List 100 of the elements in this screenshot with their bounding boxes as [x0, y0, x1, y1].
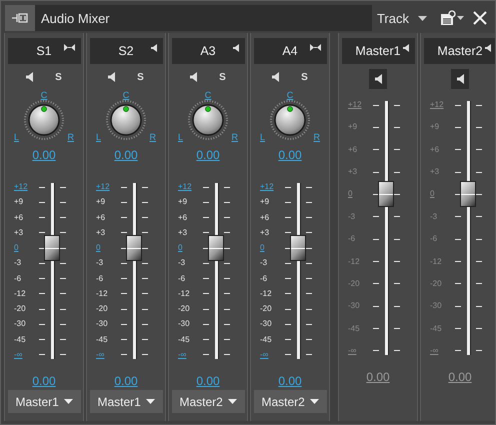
volume-value[interactable]: 0.00 — [278, 374, 302, 388]
caret-icon[interactable] — [310, 399, 318, 404]
solo-button[interactable]: S — [55, 72, 62, 82]
settings-icon[interactable] — [439, 10, 465, 26]
scale-label[interactable]: 0 — [178, 243, 200, 254]
fader-handle[interactable] — [44, 234, 60, 261]
pan-value[interactable]: 0.00 — [278, 148, 302, 162]
scale-label[interactable]: 0 — [260, 243, 282, 254]
mute-button[interactable] — [451, 69, 469, 89]
pin-icon[interactable] — [11, 12, 29, 24]
volume-value: 0.00 — [366, 370, 390, 384]
scale-label: -45 — [96, 334, 109, 345]
pan-left-label[interactable]: L — [96, 132, 102, 142]
solo-button[interactable]: S — [301, 72, 308, 82]
mute-icon[interactable] — [190, 72, 198, 82]
pin-button[interactable] — [5, 5, 35, 31]
speaker-icon[interactable] — [456, 74, 464, 84]
output-dropdown[interactable]: Master2 — [254, 390, 326, 413]
caret-icon[interactable] — [418, 16, 427, 20]
scale-label: -12 — [430, 256, 443, 267]
caret-icon[interactable] — [64, 399, 72, 404]
pan-knob[interactable] — [22, 100, 66, 140]
mute-icon[interactable] — [272, 72, 280, 82]
pan-center-label[interactable]: C — [122, 90, 130, 100]
pan-knob[interactable] — [186, 100, 230, 140]
scale-label: +9 — [14, 197, 24, 208]
volume-value[interactable]: 0.00 — [196, 374, 220, 388]
scale-label[interactable]: -∞ — [178, 350, 200, 360]
close-icon[interactable] — [473, 11, 487, 25]
scale-label[interactable]: -∞ — [14, 350, 36, 360]
scale-label: -12 — [14, 288, 27, 299]
pan-right-label[interactable]: R — [68, 132, 74, 142]
speaker-icon[interactable] — [232, 44, 238, 52]
output-dropdown[interactable]: Master1 — [90, 390, 162, 413]
pan-value[interactable]: 0.00 — [114, 148, 138, 162]
channel-name: A3 — [200, 44, 216, 58]
stereo-icon[interactable] — [64, 44, 74, 51]
stereo-icon[interactable] — [310, 44, 320, 51]
pan-knob[interactable] — [268, 100, 312, 140]
mute-button[interactable] — [369, 69, 387, 89]
fader-handle[interactable] — [378, 180, 394, 207]
scale-label: +3 — [260, 228, 270, 238]
scale-label: -12 — [178, 288, 191, 299]
scale-label: -6 — [260, 274, 268, 284]
volume-value[interactable]: 0.00 — [114, 374, 138, 388]
scale-label[interactable]: 0 — [96, 243, 118, 254]
mute-icon[interactable] — [26, 72, 34, 82]
pan-left-label[interactable]: L — [260, 132, 266, 142]
pan-right-label[interactable]: R — [314, 132, 320, 142]
volume-value[interactable]: 0.00 — [32, 374, 56, 388]
scale-label: +3 — [430, 167, 440, 178]
fader-handle[interactable] — [126, 234, 142, 261]
output-dropdown[interactable]: Master2 — [172, 390, 244, 413]
scale-label: +6 — [348, 144, 358, 155]
scale-label[interactable]: -∞ — [96, 350, 118, 360]
speaker-icon[interactable] — [374, 74, 382, 84]
channel-name: S1 — [36, 44, 52, 58]
scale-label: 0 — [430, 189, 436, 200]
scale-label: -12 — [260, 288, 273, 299]
scale-label[interactable]: +12 — [96, 182, 118, 192]
scale-label[interactable]: +12 — [14, 182, 36, 192]
solo-button[interactable]: S — [137, 72, 144, 82]
scale-label: -45 — [14, 334, 27, 345]
pan-left-label[interactable]: L — [14, 132, 20, 142]
scale-label: -3 — [178, 258, 186, 268]
fader-handle[interactable] — [290, 234, 306, 261]
pan-value[interactable]: 0.00 — [196, 148, 220, 162]
scale-label: -6 — [430, 234, 438, 244]
pan-center-label[interactable]: C — [204, 90, 212, 100]
speaker-icon[interactable] — [484, 44, 490, 52]
scale-label: -20 — [14, 304, 27, 314]
pan-left-label[interactable]: L — [178, 132, 184, 142]
scale-label: -20 — [348, 278, 361, 289]
scale-label[interactable]: +12 — [260, 182, 282, 192]
mute-icon[interactable] — [108, 72, 116, 82]
caret-icon[interactable] — [228, 399, 236, 404]
scale-label: -45 — [260, 334, 273, 345]
pan-knob[interactable] — [104, 100, 148, 140]
scale-label[interactable]: 0 — [14, 243, 36, 254]
scale-label[interactable]: -∞ — [260, 350, 282, 360]
solo-button[interactable]: S — [219, 72, 226, 82]
speaker-icon[interactable] — [402, 44, 408, 52]
scale-label: -12 — [96, 288, 109, 299]
output-dropdown[interactable]: Master1 — [8, 390, 80, 413]
view-dropdown[interactable]: Track — [372, 5, 435, 31]
pan-center-label[interactable]: C — [286, 90, 294, 100]
speaker-icon[interactable] — [150, 44, 156, 52]
fader-handle[interactable] — [208, 234, 224, 261]
caret-icon[interactable] — [146, 399, 154, 404]
pan-value[interactable]: 0.00 — [32, 148, 56, 162]
scale-label: -30 — [96, 319, 109, 330]
scale-label: +6 — [430, 144, 440, 155]
scale-label[interactable]: +12 — [178, 182, 200, 192]
scale-label: +9 — [430, 122, 440, 132]
pan-right-label[interactable]: R — [232, 132, 238, 142]
scale-label: +9 — [178, 197, 188, 208]
fader-handle[interactable] — [460, 180, 476, 207]
scale-label: -6 — [96, 274, 104, 284]
pan-center-label[interactable]: C — [40, 90, 48, 100]
pan-right-label[interactable]: R — [150, 132, 156, 142]
